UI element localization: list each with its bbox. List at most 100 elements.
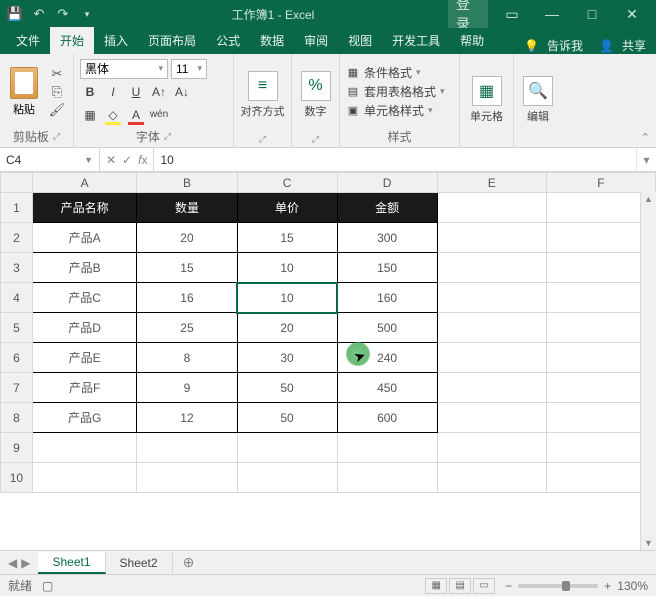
cell[interactable]: 产品C xyxy=(32,283,137,313)
row-header[interactable]: 9 xyxy=(1,433,33,463)
conditional-format-button[interactable]: ▦条件格式▾ xyxy=(346,64,445,81)
sheet-tab[interactable]: Sheet1 xyxy=(38,552,105,574)
tab-page-layout[interactable]: 页面布局 xyxy=(138,27,206,54)
cell[interactable]: 25 xyxy=(137,313,237,343)
cell-selected[interactable]: 10 xyxy=(237,283,337,313)
tab-view[interactable]: 视图 xyxy=(338,27,382,54)
sheet-nav-prev-icon[interactable]: ◀ xyxy=(8,556,17,570)
undo-icon[interactable]: ↶ xyxy=(28,3,50,25)
enter-formula-icon[interactable]: ✓ xyxy=(122,153,132,167)
underline-button[interactable]: U xyxy=(126,82,146,102)
row-header[interactable]: 7 xyxy=(1,373,33,403)
row-header[interactable]: 6 xyxy=(1,343,33,373)
zoom-level[interactable]: 130% xyxy=(617,579,648,593)
border-button[interactable]: ▦ xyxy=(80,105,100,125)
number-launcher-icon[interactable]: ⤢ xyxy=(312,134,319,145)
font-shrink-icon[interactable]: A↓ xyxy=(172,82,192,102)
cell[interactable]: 产品D xyxy=(32,313,137,343)
cell[interactable]: 160 xyxy=(337,283,437,313)
formula-expand-icon[interactable]: ▾ xyxy=(636,148,656,171)
cell-styles-button[interactable]: ▣单元格样式▾ xyxy=(346,102,445,119)
cell[interactable] xyxy=(437,223,546,253)
cell[interactable]: 产品A xyxy=(32,223,137,253)
zoom-in-icon[interactable]: + xyxy=(604,579,611,593)
cell[interactable]: 20 xyxy=(137,223,237,253)
col-header[interactable]: D xyxy=(337,173,437,193)
col-header[interactable]: E xyxy=(437,173,546,193)
row-header[interactable]: 4 xyxy=(1,283,33,313)
col-header[interactable]: B xyxy=(137,173,237,193)
vertical-scrollbar[interactable] xyxy=(640,192,656,550)
page-break-view-icon[interactable]: ▭ xyxy=(473,578,495,594)
cell[interactable] xyxy=(437,253,546,283)
format-painter-icon[interactable]: 🖌 xyxy=(48,102,66,118)
font-color-button[interactable]: A xyxy=(126,105,146,125)
tab-data[interactable]: 数据 xyxy=(250,27,294,54)
minimize-icon[interactable]: — xyxy=(532,0,572,28)
row-header[interactable]: 1 xyxy=(1,193,33,223)
collapse-ribbon-icon[interactable]: ⌃ xyxy=(641,131,650,144)
login-button[interactable]: 登录 xyxy=(448,0,488,28)
cell[interactable]: 300 xyxy=(337,223,437,253)
tab-home[interactable]: 开始 xyxy=(50,27,94,54)
tab-review[interactable]: 审阅 xyxy=(294,27,338,54)
cell[interactable]: 数量 xyxy=(137,193,237,223)
select-all-corner[interactable] xyxy=(1,173,33,193)
cell[interactable] xyxy=(337,433,437,463)
cell[interactable]: 单价 xyxy=(237,193,337,223)
tab-developer[interactable]: 开发工具 xyxy=(382,27,450,54)
cell[interactable]: 16 xyxy=(137,283,237,313)
copy-icon[interactable]: ⎘ xyxy=(48,84,66,100)
cell[interactable] xyxy=(437,193,546,223)
cell[interactable]: 50 xyxy=(237,373,337,403)
font-name-select[interactable]: 黑体▾ xyxy=(80,59,168,79)
fill-color-button[interactable]: ◇ xyxy=(103,105,123,125)
cancel-formula-icon[interactable]: ✕ xyxy=(106,153,116,167)
cell[interactable]: 金额 xyxy=(337,193,437,223)
clipboard-launcher-icon[interactable]: ⤢ xyxy=(53,131,60,142)
sheet-tab[interactable]: Sheet2 xyxy=(106,553,173,573)
cell[interactable]: 600 xyxy=(337,403,437,433)
tab-formulas[interactable]: 公式 xyxy=(206,27,250,54)
cell[interactable]: 20 xyxy=(237,313,337,343)
cell[interactable]: 9 xyxy=(137,373,237,403)
bold-button[interactable]: B xyxy=(80,82,100,102)
cell[interactable] xyxy=(437,373,546,403)
cell[interactable]: 30 xyxy=(237,343,337,373)
font-launcher-icon[interactable]: ⤢ xyxy=(164,131,171,142)
share-button[interactable]: 共享 xyxy=(622,37,646,54)
ribbon-display-icon[interactable]: ▭ xyxy=(492,0,532,28)
cell[interactable]: 15 xyxy=(237,223,337,253)
cell[interactable]: 500 xyxy=(337,313,437,343)
zoom-slider[interactable] xyxy=(518,584,598,588)
row-header[interactable]: 8 xyxy=(1,403,33,433)
cell[interactable]: 产品F xyxy=(32,373,137,403)
cell[interactable] xyxy=(437,463,546,493)
tell-me[interactable]: 告诉我 xyxy=(547,37,583,54)
cell[interactable] xyxy=(437,433,546,463)
normal-view-icon[interactable]: ▦ xyxy=(425,578,447,594)
row-header[interactable]: 2 xyxy=(1,223,33,253)
add-sheet-icon[interactable]: ⊕ xyxy=(173,554,205,571)
zoom-out-icon[interactable]: − xyxy=(505,579,512,593)
maximize-icon[interactable]: □ xyxy=(572,0,612,28)
table-format-button[interactable]: ▤套用表格格式▾ xyxy=(346,83,445,100)
cell[interactable]: 450 xyxy=(337,373,437,403)
col-header[interactable]: A xyxy=(32,173,137,193)
cell[interactable] xyxy=(437,403,546,433)
fx-icon[interactable]: fx xyxy=(138,153,147,167)
align-launcher-icon[interactable]: ⤢ xyxy=(259,134,266,145)
save-icon[interactable]: 💾 xyxy=(4,3,26,25)
row-header[interactable]: 10 xyxy=(1,463,33,493)
paste-button[interactable]: 粘贴 xyxy=(6,67,42,117)
cell[interactable] xyxy=(237,433,337,463)
cell[interactable]: 10 xyxy=(237,253,337,283)
cell[interactable] xyxy=(437,283,546,313)
redo-icon[interactable]: ↷ xyxy=(52,3,74,25)
cell[interactable] xyxy=(137,433,237,463)
tab-help[interactable]: 帮助 xyxy=(450,27,494,54)
cell[interactable]: 50 xyxy=(237,403,337,433)
cell[interactable]: 产品G xyxy=(32,403,137,433)
cell[interactable] xyxy=(32,463,137,493)
cell[interactable] xyxy=(237,463,337,493)
